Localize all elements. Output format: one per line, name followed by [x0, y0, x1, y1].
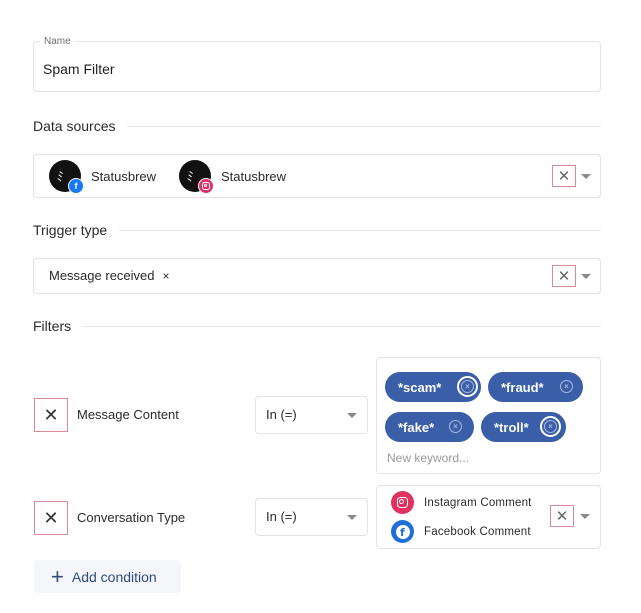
filters-heading: Filters: [33, 318, 601, 334]
condition-field: Conversation Type: [77, 510, 186, 525]
name-field[interactable]: [33, 41, 601, 92]
remove-keyword-icon[interactable]: ×: [560, 380, 573, 393]
statusbrew-avatar: ﾐ f: [49, 160, 84, 194]
keyword-chip: *scam* ×: [385, 372, 481, 402]
remove-keyword-icon[interactable]: ×: [449, 420, 462, 433]
divider: [83, 325, 601, 327]
trigger-type-select[interactable]: Message received × ✕: [33, 258, 601, 294]
conversation-type-label: Facebook Comment: [424, 525, 531, 538]
remove-condition-button[interactable]: ✕: [34, 501, 68, 535]
conversation-type-label: Instagram Comment: [424, 496, 532, 509]
data-source-item[interactable]: ﾐ Statusbrew: [179, 160, 287, 194]
conversation-type-option: Instagram Comment: [391, 491, 532, 514]
operator-value: In (=): [266, 509, 297, 524]
data-source-name: Statusbrew: [221, 168, 287, 184]
data-sources-heading: Data sources: [33, 118, 601, 134]
facebook-icon: f: [68, 178, 84, 194]
keyword-chip-label: *fake*: [398, 419, 435, 435]
instagram-icon: [198, 178, 214, 194]
statusbrew-avatar: ﾐ: [179, 160, 214, 194]
trigger-type-tag: Message received ×: [49, 268, 170, 283]
data-source-name: Statusbrew: [91, 168, 157, 184]
new-keyword-placeholder[interactable]: New keyword...: [387, 451, 469, 465]
data-sources-title: Data sources: [33, 118, 116, 134]
keyword-chip-label: *troll*: [494, 419, 529, 435]
operator-value: In (=): [266, 407, 297, 422]
clear-icon[interactable]: ✕: [552, 165, 576, 187]
remove-keyword-icon[interactable]: ×: [457, 376, 478, 397]
keyword-chip: *fraud* ×: [488, 372, 583, 402]
keyword-input[interactable]: *scam* × *fraud* × *fake* × *troll* × Ne…: [376, 357, 601, 474]
operator-select[interactable]: In (=): [255, 498, 368, 536]
add-condition-button[interactable]: + Add condition: [34, 560, 181, 593]
statusbrew-logo-icon: ﾐ: [55, 169, 65, 186]
plus-icon: +: [51, 563, 64, 589]
keyword-chip-label: *scam*: [398, 379, 442, 395]
remove-tag-icon[interactable]: ×: [163, 269, 170, 283]
chevron-down-icon[interactable]: [581, 274, 591, 279]
condition-field: Message Content: [77, 407, 179, 422]
facebook-icon: f: [391, 520, 414, 543]
conversation-type-select[interactable]: Instagram Comment f Facebook Comment ✕: [376, 485, 601, 549]
name-field-label: Name: [40, 36, 75, 47]
data-sources-select[interactable]: ﾐ f Statusbrew ﾐ Statusbrew ✕: [33, 154, 601, 198]
filters-title: Filters: [33, 318, 72, 334]
trigger-type-value: Message received: [49, 268, 155, 283]
clear-icon[interactable]: ✕: [552, 265, 576, 287]
divider: [127, 125, 601, 127]
data-source-item[interactable]: ﾐ f Statusbrew: [49, 160, 157, 194]
operator-select[interactable]: In (=): [255, 396, 368, 434]
keyword-chip: *troll* ×: [481, 412, 566, 442]
chevron-down-icon[interactable]: [580, 514, 590, 519]
divider: [119, 229, 601, 231]
trigger-type-heading: Trigger type: [33, 222, 601, 238]
chevron-down-icon[interactable]: [347, 413, 357, 418]
trigger-type-title: Trigger type: [33, 222, 108, 238]
clear-icon[interactable]: ✕: [550, 505, 574, 527]
remove-condition-button[interactable]: ✕: [34, 398, 68, 432]
conversation-type-option: f Facebook Comment: [391, 520, 531, 543]
statusbrew-logo-icon: ﾐ: [185, 169, 195, 186]
chevron-down-icon[interactable]: [347, 515, 357, 520]
name-field-value[interactable]: Spam Filter: [43, 61, 115, 77]
remove-keyword-icon[interactable]: ×: [540, 416, 561, 437]
chevron-down-icon[interactable]: [581, 174, 591, 179]
instagram-icon: [391, 491, 414, 514]
add-condition-label: Add condition: [71, 568, 157, 585]
keyword-chip-label: *fraud*: [501, 379, 544, 395]
keyword-chip: *fake* ×: [385, 412, 474, 442]
